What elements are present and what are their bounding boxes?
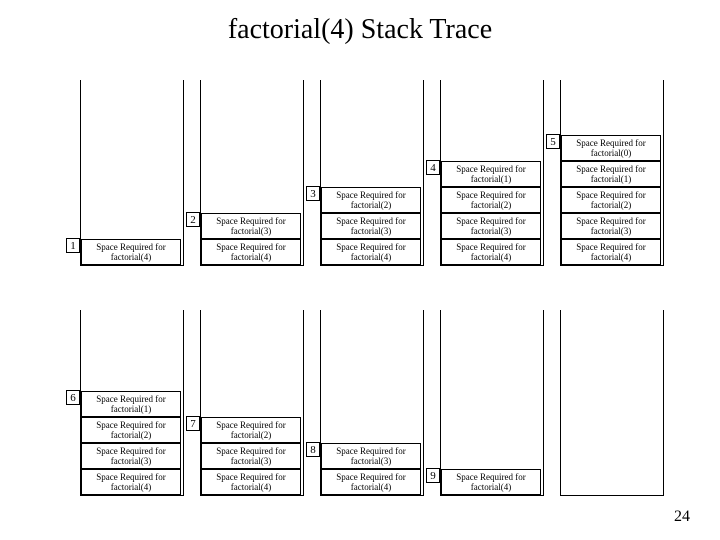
stack-frame: Space Required for factorial(4) xyxy=(201,239,301,265)
stack-frame: Space Required for factorial(4) xyxy=(81,469,181,495)
stack-frame: Space Required for factorial(3) xyxy=(201,213,301,239)
stack-frame: Space Required for factorial(3) xyxy=(81,443,181,469)
stack-frame: Space Required for factorial(4) xyxy=(441,239,541,265)
stack-frame: Space Required for factorial(3) xyxy=(321,443,421,469)
step-label: 4 xyxy=(426,160,440,175)
stack-frame: Space Required for factorial(3) xyxy=(441,213,541,239)
step-label: 5 xyxy=(546,134,560,149)
stack-frame: Space Required for factorial(1) xyxy=(441,161,541,187)
step-label: 7 xyxy=(186,416,200,431)
stack-frame: Space Required for factorial(4) xyxy=(441,469,541,495)
slide-title: factorial(4) Stack Trace xyxy=(0,14,720,46)
step-label: 8 xyxy=(306,442,320,457)
stack-frame: Space Required for factorial(4) xyxy=(201,469,301,495)
stack-frame: Space Required for factorial(3) xyxy=(321,213,421,239)
step-label: 1 xyxy=(66,238,80,253)
stack-frame: Space Required for factorial(2) xyxy=(321,187,421,213)
stack-frame: Space Required for factorial(2) xyxy=(561,187,661,213)
slide: factorial(4) Stack Trace 24 Space Requir… xyxy=(0,0,720,540)
page-number: 24 xyxy=(674,508,690,526)
stack-frame: Space Required for factorial(2) xyxy=(201,417,301,443)
stack-frame: Space Required for factorial(2) xyxy=(81,417,181,443)
stack-frame: Space Required for factorial(4) xyxy=(321,469,421,495)
stack-frame: Space Required for factorial(1) xyxy=(81,391,181,417)
stack-frame: Space Required for factorial(4) xyxy=(81,239,181,265)
stack-frame: Space Required for factorial(3) xyxy=(561,213,661,239)
stack-frame: Space Required for factorial(4) xyxy=(321,239,421,265)
step-label: 2 xyxy=(186,212,200,227)
step-label: 9 xyxy=(426,468,440,483)
stack-frame: Space Required for factorial(0) xyxy=(561,135,661,161)
step-label: 3 xyxy=(306,186,320,201)
stack-column xyxy=(560,310,664,496)
step-label: 6 xyxy=(66,390,80,405)
stack-frame: Space Required for factorial(3) xyxy=(201,443,301,469)
stack-frame: Space Required for factorial(2) xyxy=(441,187,541,213)
stack-frame: Space Required for factorial(4) xyxy=(561,239,661,265)
stack-frame: Space Required for factorial(1) xyxy=(561,161,661,187)
